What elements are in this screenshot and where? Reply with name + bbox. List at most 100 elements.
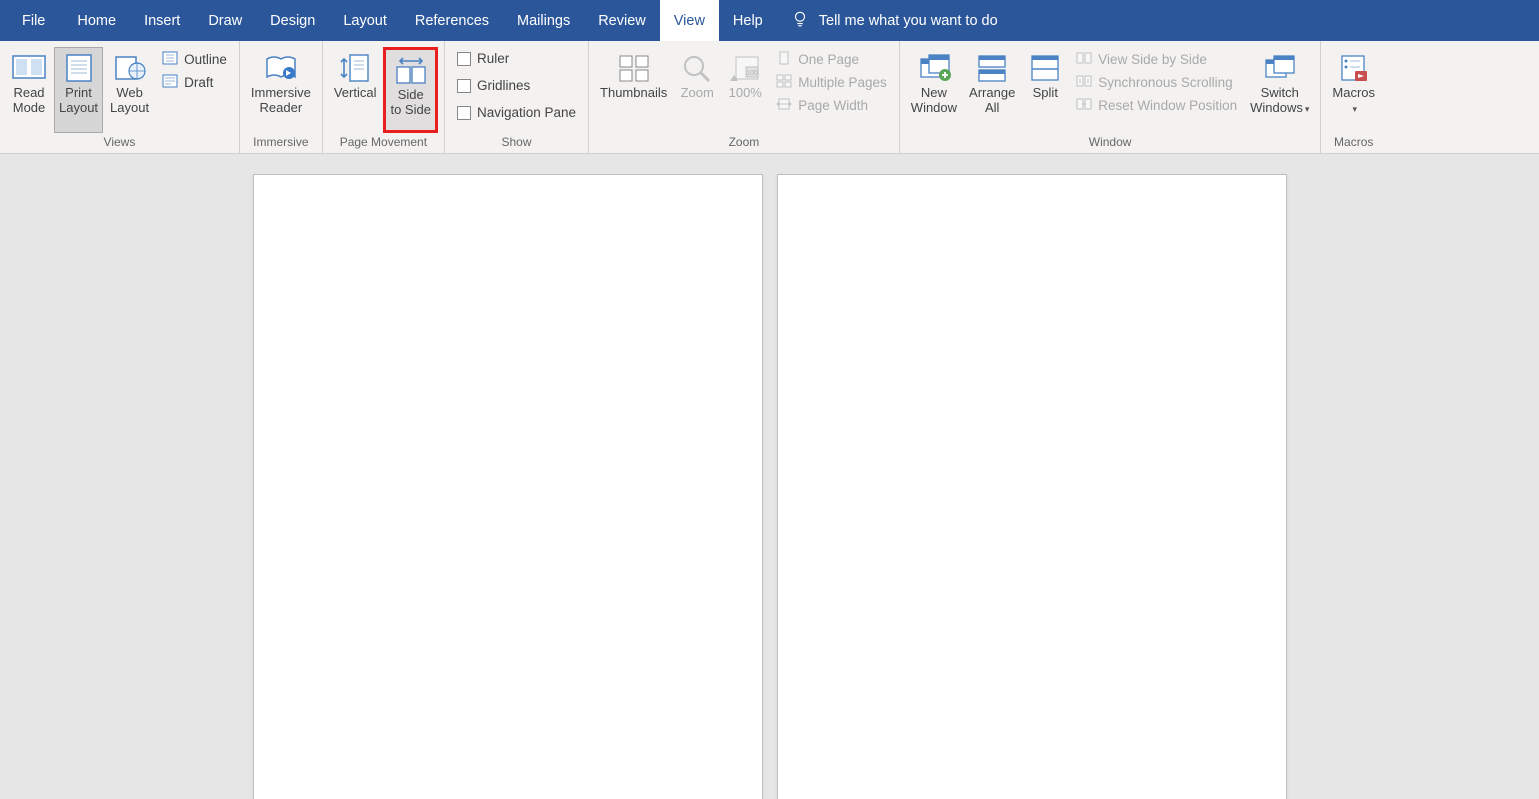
macros-label: Macros▾ <box>1332 86 1375 116</box>
menubar-tab-help[interactable]: Help <box>719 0 777 41</box>
thumbnails-button[interactable]: Thumbnails <box>595 47 672 133</box>
group-zoom-label: Zoom <box>595 133 893 153</box>
read-mode-icon <box>12 52 46 84</box>
side-to-side-button[interactable]: Side to Side <box>383 47 437 133</box>
tell-me-label: Tell me what you want to do <box>819 13 998 29</box>
web-layout-button[interactable]: Web Layout <box>105 47 154 133</box>
page-width-icon <box>776 97 792 114</box>
multiple-pages-label: Multiple Pages <box>798 75 887 90</box>
switch-windows-button[interactable]: Switch Windows▾ <box>1245 47 1314 133</box>
chevron-down-icon: ▾ <box>1352 104 1357 114</box>
draft-label: Draft <box>184 75 213 90</box>
new-window-label: New Window <box>911 86 957 116</box>
view-side-by-side-icon <box>1076 51 1092 68</box>
document-page-2[interactable] <box>777 174 1287 799</box>
switch-windows-label: Switch Windows▾ <box>1250 86 1309 116</box>
read-mode-button[interactable]: Read Mode <box>6 47 52 133</box>
split-label: Split <box>1033 86 1058 101</box>
read-mode-label: Read Mode <box>13 86 46 116</box>
synchronous-scrolling-button: Synchronous Scrolling <box>1072 72 1241 93</box>
macros-button[interactable]: Macros▾ <box>1327 47 1380 133</box>
menubar-tab-mailings[interactable]: Mailings <box>503 0 584 41</box>
checkbox-icon <box>457 52 471 66</box>
print-layout-icon <box>62 52 96 84</box>
document-area[interactable] <box>0 154 1539 799</box>
group-macros-label: Macros <box>1327 133 1380 153</box>
print-layout-button[interactable]: Print Layout <box>54 47 103 133</box>
one-page-button: One Page <box>772 49 891 70</box>
group-page-movement: Vertical Side to Side Page Movement <box>323 41 445 153</box>
draft-icon <box>162 74 178 91</box>
new-window-icon <box>917 52 951 84</box>
thumbnails-label: Thumbnails <box>600 86 667 101</box>
tell-me-search[interactable]: Tell me what you want to do <box>791 10 998 32</box>
vertical-button[interactable]: Vertical <box>329 47 382 133</box>
zoom-100-icon: 100 <box>728 52 762 84</box>
menubar-tab-draw[interactable]: Draw <box>194 0 256 41</box>
group-views-label: Views <box>6 133 233 153</box>
group-window-label: Window <box>906 133 1315 153</box>
menubar-tab-insert[interactable]: Insert <box>130 0 194 41</box>
document-page-1[interactable] <box>253 174 763 799</box>
ruler-checkbox[interactable]: Ruler <box>453 49 580 68</box>
view-side-by-side-button: View Side by Side <box>1072 49 1241 70</box>
synchronous-scrolling-icon <box>1076 74 1092 91</box>
menubar-tab-home[interactable]: Home <box>63 0 130 41</box>
chevron-down-icon: ▾ <box>1305 104 1310 114</box>
checkbox-icon <box>457 79 471 93</box>
group-show-label: Show <box>451 133 582 153</box>
ribbon: Read Mode Print Layout Web Layout Outlin… <box>0 41 1539 154</box>
macros-icon <box>1337 52 1371 84</box>
one-page-label: One Page <box>798 52 859 67</box>
draft-button[interactable]: Draft <box>158 72 231 93</box>
split-button[interactable]: Split <box>1022 47 1068 133</box>
navigation-pane-checkbox[interactable]: Navigation Pane <box>453 103 580 122</box>
arrange-all-icon <box>975 52 1009 84</box>
zoom-100-label: 100% <box>729 86 762 101</box>
group-immersive: Immersive Reader Immersive <box>240 41 323 153</box>
zoom-button: Zoom <box>674 47 720 133</box>
ruler-label: Ruler <box>477 51 509 66</box>
group-immersive-label: Immersive <box>246 133 316 153</box>
group-zoom: Thumbnails Zoom 100 100% One Page <box>589 41 900 153</box>
web-layout-label: Web Layout <box>110 86 149 116</box>
thumbnails-icon <box>617 52 651 84</box>
side-to-side-icon <box>394 54 428 86</box>
multiple-pages-icon <box>776 74 792 91</box>
group-macros: Macros▾ Macros <box>1321 41 1386 153</box>
menubar-tab-view[interactable]: View <box>660 0 719 41</box>
reset-window-position-icon <box>1076 97 1092 114</box>
immersive-reader-button[interactable]: Immersive Reader <box>246 47 316 133</box>
arrange-all-label: Arrange All <box>969 86 1015 116</box>
group-views: Read Mode Print Layout Web Layout Outlin… <box>0 41 240 153</box>
outline-icon <box>162 51 178 68</box>
menubar-tab-layout[interactable]: Layout <box>329 0 401 41</box>
new-window-button[interactable]: New Window <box>906 47 962 133</box>
side-to-side-label: Side to Side <box>390 88 430 118</box>
arrange-all-button[interactable]: Arrange All <box>964 47 1020 133</box>
lightbulb-icon <box>791 10 809 32</box>
switch-windows-icon <box>1263 52 1297 84</box>
zoom-label: Zoom <box>681 86 714 101</box>
vertical-icon <box>338 52 372 84</box>
gridlines-checkbox[interactable]: Gridlines <box>453 76 580 95</box>
group-window: New Window Arrange All Split View Side b… <box>900 41 1322 153</box>
vertical-label: Vertical <box>334 86 377 101</box>
view-side-by-side-label: View Side by Side <box>1098 52 1207 67</box>
checkbox-icon <box>457 106 471 120</box>
outline-button[interactable]: Outline <box>158 49 231 70</box>
menubar-tab-file[interactable]: File <box>4 0 63 41</box>
menubar-tab-references[interactable]: References <box>401 0 503 41</box>
web-layout-icon <box>113 52 147 84</box>
menubar-tab-review[interactable]: Review <box>584 0 660 41</box>
zoom-100-button: 100 100% <box>722 47 768 133</box>
immersive-reader-icon <box>264 52 298 84</box>
menubar-tab-design[interactable]: Design <box>256 0 329 41</box>
synchronous-scrolling-label: Synchronous Scrolling <box>1098 75 1232 90</box>
outline-label: Outline <box>184 52 227 67</box>
group-page-movement-label: Page Movement <box>329 133 438 153</box>
split-icon <box>1028 52 1062 84</box>
page-width-label: Page Width <box>798 98 868 113</box>
zoom-icon <box>680 52 714 84</box>
page-width-button: Page Width <box>772 95 891 116</box>
